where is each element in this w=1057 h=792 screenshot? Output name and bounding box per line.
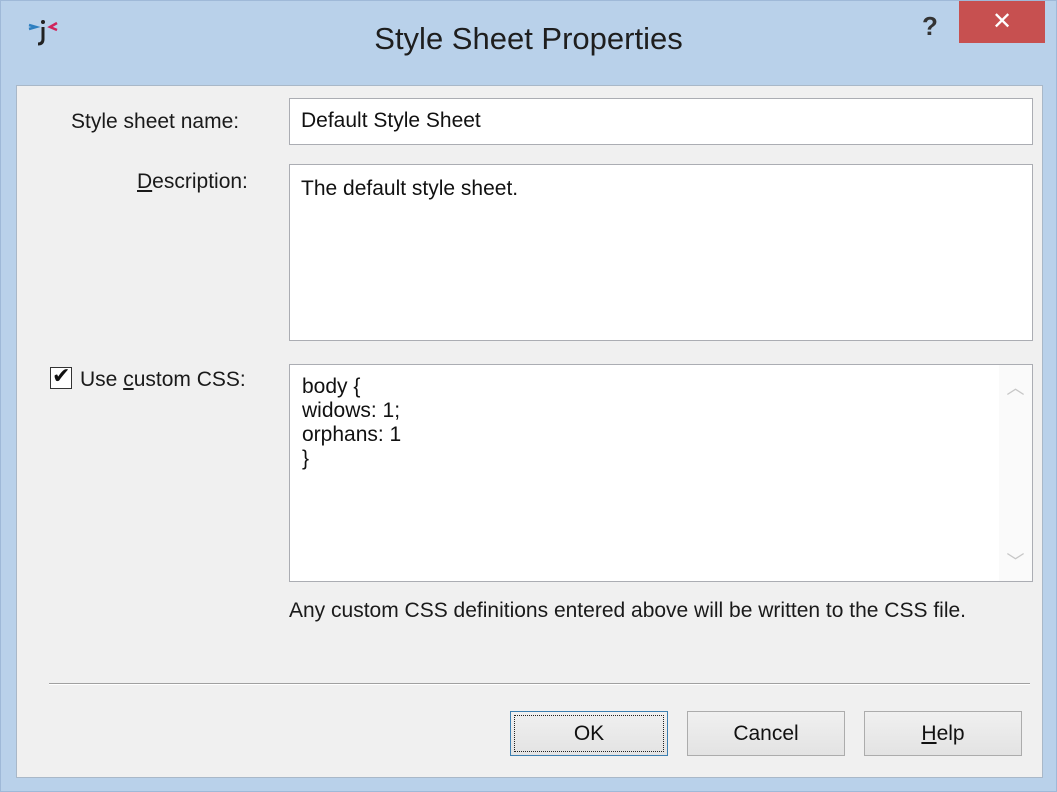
- ok-button[interactable]: OK: [510, 711, 668, 756]
- focus-ring: [514, 715, 664, 752]
- style-sheet-name-label: Style sheet name:: [71, 110, 240, 133]
- use-custom-css-label[interactable]: Use custom CSS:: [80, 368, 246, 392]
- title-bar[interactable]: Style Sheet Properties ? ✕: [1, 1, 1056, 87]
- css-line: }: [302, 447, 310, 470]
- help-button-label: Help: [921, 722, 965, 745]
- cancel-button[interactable]: Cancel: [687, 711, 845, 756]
- cancel-button-label: Cancel: [733, 722, 799, 745]
- css-line: widows: 1;: [302, 399, 401, 422]
- dialog-window: Style Sheet Properties ? ✕ Style sheet n…: [0, 0, 1057, 792]
- help-button[interactable]: Help: [864, 711, 1022, 756]
- dialog-body: Style sheet name: Default Style Sheet De…: [16, 85, 1043, 778]
- scroll-up-arrow-icon[interactable]: ︿: [999, 373, 1032, 403]
- close-icon: ✕: [991, 8, 1013, 35]
- css-line: orphans: 1: [302, 423, 402, 446]
- button-separator: [49, 683, 1030, 685]
- description-textarea[interactable]: The default style sheet.: [289, 164, 1033, 341]
- use-custom-css-checkbox[interactable]: ✔: [50, 363, 72, 389]
- scroll-down-arrow-icon[interactable]: ﹀: [999, 547, 1032, 577]
- custom-css-textarea[interactable]: body { widows: 1; orphans: 1 } ︿ ﹀: [289, 364, 1033, 582]
- description-label: Description:: [137, 170, 248, 193]
- style-sheet-name-input[interactable]: Default Style Sheet: [289, 98, 1033, 145]
- check-icon: ✔: [52, 363, 71, 388]
- close-button[interactable]: ✕: [959, 1, 1045, 43]
- custom-css-hint: Any custom CSS definitions entered above…: [289, 599, 967, 622]
- css-line: body {: [302, 375, 361, 398]
- help-icon[interactable]: ?: [917, 11, 943, 41]
- css-scrollbar[interactable]: ︿ ﹀: [999, 365, 1032, 581]
- dialog-title: Style Sheet Properties: [374, 21, 683, 56]
